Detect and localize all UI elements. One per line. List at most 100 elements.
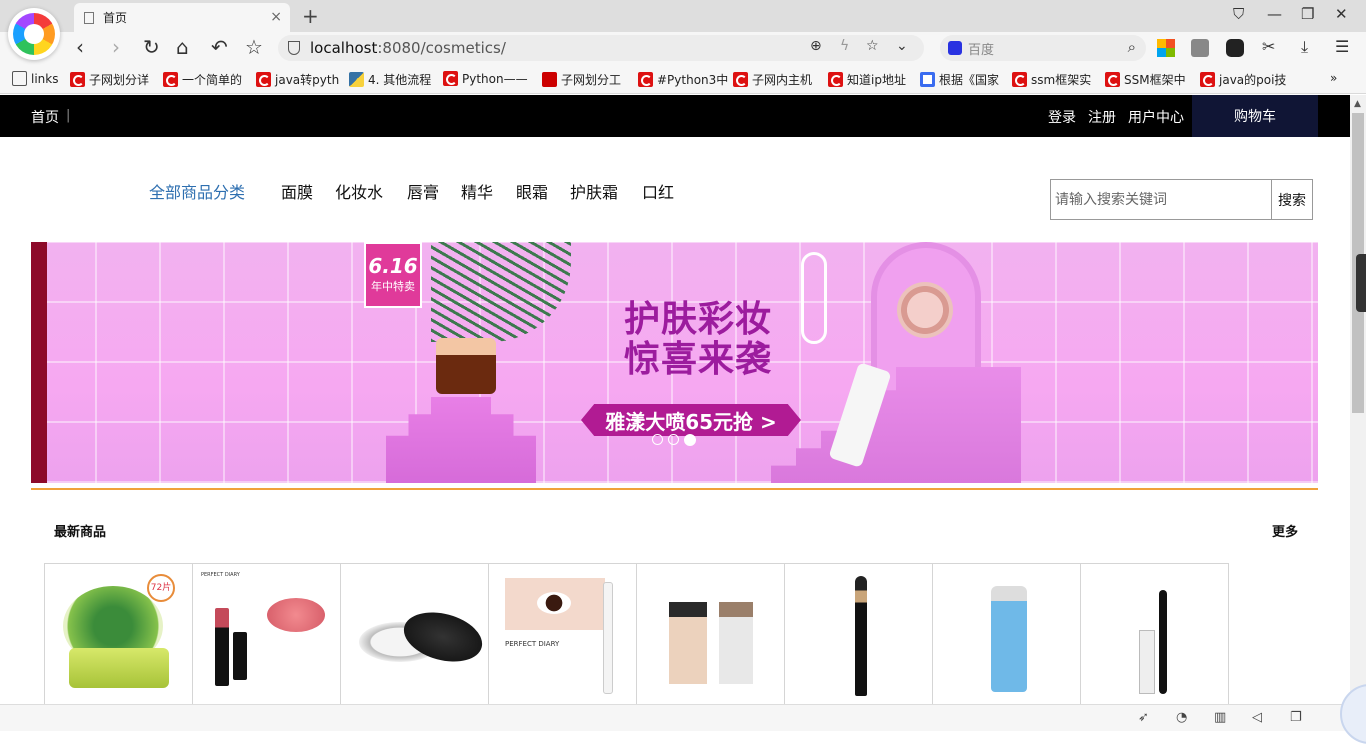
tab-close-icon[interactable]: × xyxy=(270,9,282,25)
carousel-dot-active[interactable] xyxy=(684,434,696,446)
new-tab-button[interactable]: + xyxy=(302,4,319,28)
product-card-remover[interactable] xyxy=(932,563,1081,704)
download-icon[interactable]: ⤓ xyxy=(1301,37,1308,57)
zoom-icon[interactable]: ⊕ xyxy=(810,38,822,54)
close-window-button[interactable]: ✕ xyxy=(1335,5,1348,23)
bookmark-label: ssm框架实 xyxy=(1031,73,1092,87)
screenshot-scissors-icon[interactable]: ✂ xyxy=(1262,37,1275,56)
back-button[interactable]: ‹ xyxy=(76,35,84,59)
tab-title: 首页 xyxy=(103,11,128,25)
bookmark-item[interactable]: 子网划分详 xyxy=(70,71,149,88)
menu-icon[interactable]: ☰ xyxy=(1335,37,1349,56)
bookmark-item[interactable]: ssm框架实 xyxy=(1012,71,1091,88)
trash-icon[interactable]: ▥ xyxy=(1214,710,1226,725)
register-link[interactable]: 注册 xyxy=(1088,107,1116,127)
scroll-up-icon[interactable]: ▲ xyxy=(1354,99,1361,109)
bookmark-label: 子网划分详 xyxy=(89,73,150,87)
folder-icon xyxy=(12,71,27,86)
more-link[interactable]: 更多 xyxy=(1272,521,1298,540)
csdn-icon xyxy=(163,72,178,87)
csdn-icon xyxy=(733,72,748,87)
reload-button[interactable]: ↻ xyxy=(143,35,160,59)
pin-icon[interactable]: ⛉ xyxy=(1233,5,1244,23)
carousel-dot[interactable] xyxy=(652,434,663,445)
window-icon[interactable]: ❐ xyxy=(1290,710,1302,725)
product-card-brush[interactable] xyxy=(784,563,933,704)
home-button[interactable]: ⌂ xyxy=(176,35,189,59)
rocket-icon[interactable]: ➶ xyxy=(1138,710,1149,725)
product-search-input[interactable] xyxy=(1050,179,1272,220)
bookmark-star-button[interactable]: ☆ xyxy=(245,35,263,59)
bookmark-item[interactable]: 子网划分工 xyxy=(542,71,621,88)
windows-apps-icon[interactable] xyxy=(1157,39,1175,57)
bookmarks-more-button[interactable]: » xyxy=(1330,71,1337,85)
headline-line-2: 惊喜来袭 xyxy=(623,339,772,380)
speed-icon[interactable]: ◔ xyxy=(1176,710,1187,725)
bookmark-label: 根据《国家 xyxy=(939,73,1000,87)
product-card-powder[interactable] xyxy=(340,563,489,704)
favorite-icon[interactable]: ☆ xyxy=(866,38,879,54)
category-lip-balm[interactable]: 唇膏 xyxy=(407,179,439,203)
bookmark-label: java转pyth xyxy=(275,73,340,87)
flash-icon[interactable]: ϟ xyxy=(840,38,849,54)
bookmark-item[interactable]: Python—— xyxy=(443,71,528,86)
browser-tab[interactable]: 首页 × xyxy=(74,3,290,32)
user-center-link[interactable]: 用户中心 xyxy=(1128,107,1184,127)
url-dropdown-icon[interactable]: ⌄ xyxy=(896,38,908,54)
side-widget-icon[interactable] xyxy=(1356,254,1366,312)
bookmark-item[interactable]: 一个简单的 xyxy=(163,71,242,88)
category-face-cream[interactable]: 护肤霜 xyxy=(570,179,618,203)
undo-close-tab-button[interactable]: ↶ xyxy=(211,35,228,59)
nav-home-link[interactable]: 首页 xyxy=(31,107,59,127)
forward-button[interactable]: › xyxy=(112,35,120,59)
minimize-button[interactable]: — xyxy=(1267,5,1282,23)
login-link[interactable]: 登录 xyxy=(1048,107,1076,127)
page-scrollbar[interactable]: ▲ xyxy=(1350,95,1366,704)
bookmark-item[interactable]: 根据《国家 xyxy=(920,71,999,88)
category-eye-cream[interactable]: 眼霜 xyxy=(516,179,548,203)
bookmark-item[interactable]: SSM框架中 xyxy=(1105,71,1186,88)
category-lipstick[interactable]: 口红 xyxy=(642,179,674,203)
bookmark-item[interactable]: #Python3中 xyxy=(638,71,728,88)
csdn-icon xyxy=(1105,72,1120,87)
product-card-mask[interactable]: 72片 xyxy=(44,563,193,704)
restore-button[interactable]: ❐ xyxy=(1301,5,1314,23)
bookmark-folder-links[interactable]: links xyxy=(12,71,58,86)
category-mask[interactable]: 面膜 xyxy=(281,179,313,203)
product-badge: 72片 xyxy=(147,574,175,602)
game-controller-icon[interactable] xyxy=(1226,39,1244,57)
extension-icon[interactable] xyxy=(1191,39,1209,57)
category-essence[interactable]: 精华 xyxy=(461,179,493,203)
carousel-dot[interactable] xyxy=(668,434,679,445)
url-path: :8080/cosmetics/ xyxy=(377,39,506,57)
csdn-icon xyxy=(1200,72,1215,87)
cream-jar-image xyxy=(436,338,496,394)
bookmark-label: 一个简单的 xyxy=(182,73,243,87)
csdn-icon xyxy=(1012,72,1027,87)
volume-icon[interactable]: ◁ xyxy=(1252,710,1262,725)
product-card-lipstick[interactable]: PERFECT DIARY xyxy=(192,563,341,704)
zhihu-icon xyxy=(920,72,935,87)
csdn-icon xyxy=(443,71,458,86)
product-search-button[interactable]: 搜索 xyxy=(1271,179,1313,220)
search-icon[interactable]: ⌕ xyxy=(1128,38,1136,56)
all-categories-link[interactable]: 全部商品分类 xyxy=(149,179,245,203)
bookmark-label: Python—— xyxy=(462,71,528,86)
bookmark-label: 子网划分工 xyxy=(561,73,622,87)
product-card-foundation[interactable] xyxy=(636,563,785,704)
bookmark-item[interactable]: java的poi技 xyxy=(1200,71,1286,88)
bookmark-item[interactable]: 4. 其他流程 xyxy=(349,71,431,88)
product-card-eyeliner[interactable]: PERFECT DIARY xyxy=(488,563,637,704)
banner-headline: 护肤彩妆 惊喜来袭 xyxy=(613,300,783,380)
address-bar[interactable]: localhost:8080/cosmetics/ xyxy=(278,35,924,61)
browser-logo-icon[interactable] xyxy=(8,8,60,60)
product-card-mascara[interactable] xyxy=(1080,563,1229,704)
category-toner[interactable]: 化妆水 xyxy=(335,179,383,203)
bookmark-item[interactable]: 子网内主机 xyxy=(733,71,812,88)
promo-banner[interactable]: 6.16 年中特卖 护肤彩妆 惊喜来袭 雅漾大喷65元抢 > xyxy=(31,242,1318,483)
browser-search-box[interactable]: 百度 ⌕ xyxy=(940,35,1146,61)
cart-button[interactable]: 购物车 xyxy=(1192,95,1318,137)
bookmark-item[interactable]: java转pyth xyxy=(256,71,339,88)
banner-promo-button[interactable]: 雅漾大喷65元抢 > xyxy=(581,404,801,436)
bookmark-item[interactable]: 知道ip地址 xyxy=(828,71,906,88)
